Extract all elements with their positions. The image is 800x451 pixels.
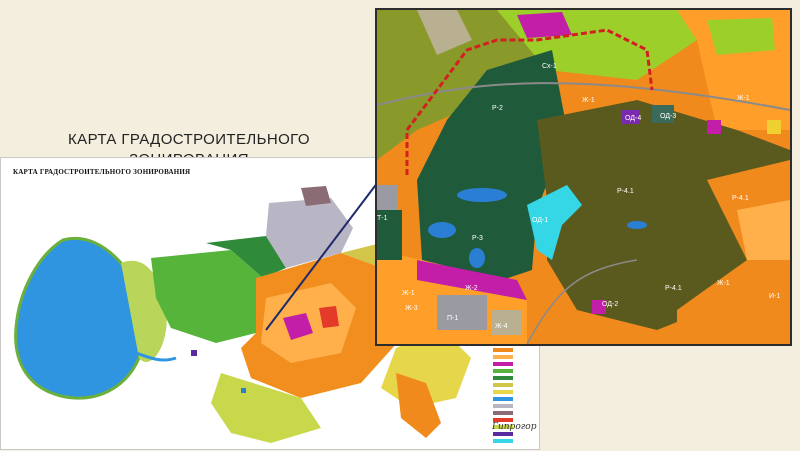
svg-text:Р-4.1: Р-4.1 xyxy=(617,188,634,195)
inset-map: Р-2 Р-3 Р-4.1 Р-4.1 Р-4.1 Ж-1 Ж-1 Ж-1 Ж-… xyxy=(375,8,792,346)
inset-lake-4 xyxy=(627,221,647,229)
svg-text:ОД-2: ОД-2 xyxy=(602,301,618,308)
inset-lake-3 xyxy=(469,248,485,268)
svg-text:Ж-1: Ж-1 xyxy=(582,97,595,104)
inset-zone-sw-grey xyxy=(437,295,487,330)
svg-text:П-1: П-1 xyxy=(447,315,458,322)
svg-text:ОД-4: ОД-4 xyxy=(625,115,641,122)
svg-text:Ж-2: Ж-2 xyxy=(465,285,478,292)
svg-text:Т-1: Т-1 xyxy=(377,215,388,222)
signature: Гипрогор xyxy=(492,422,537,432)
svg-text:ОД-1: ОД-1 xyxy=(532,217,548,224)
svg-text:Р-4.1: Р-4.1 xyxy=(665,285,682,292)
svg-text:ОД-3: ОД-3 xyxy=(660,113,676,120)
svg-text:Ж-1: Ж-1 xyxy=(717,280,730,287)
inset-patch-magenta xyxy=(707,120,721,134)
svg-text:Р-3: Р-3 xyxy=(472,235,483,242)
svg-text:Сх-1: Сх-1 xyxy=(542,63,557,70)
north-patch xyxy=(301,186,331,206)
svg-text:Ж-3: Ж-3 xyxy=(405,305,418,312)
svg-text:И-1: И-1 xyxy=(769,293,780,300)
inset-zone-west-grey xyxy=(377,185,397,210)
inset-zone-ne-green xyxy=(707,18,775,55)
inset-lake-2 xyxy=(428,222,456,238)
svg-text:Ж-4: Ж-4 xyxy=(495,323,508,330)
svg-text:Р-2: Р-2 xyxy=(492,105,503,112)
svg-text:Ж-1: Ж-1 xyxy=(402,290,415,297)
marker-1 xyxy=(191,350,197,356)
svg-text:Р-4.1: Р-4.1 xyxy=(732,195,749,202)
inset-lake-1 xyxy=(457,188,507,202)
inset-patch-yellow xyxy=(767,120,781,134)
inset-map-drawing: Р-2 Р-3 Р-4.1 Р-4.1 Р-4.1 Ж-1 Ж-1 Ж-1 Ж-… xyxy=(377,10,790,344)
marker-2 xyxy=(241,388,246,393)
svg-text:Ж-1: Ж-1 xyxy=(737,95,750,102)
green-zone-west xyxy=(151,250,263,343)
